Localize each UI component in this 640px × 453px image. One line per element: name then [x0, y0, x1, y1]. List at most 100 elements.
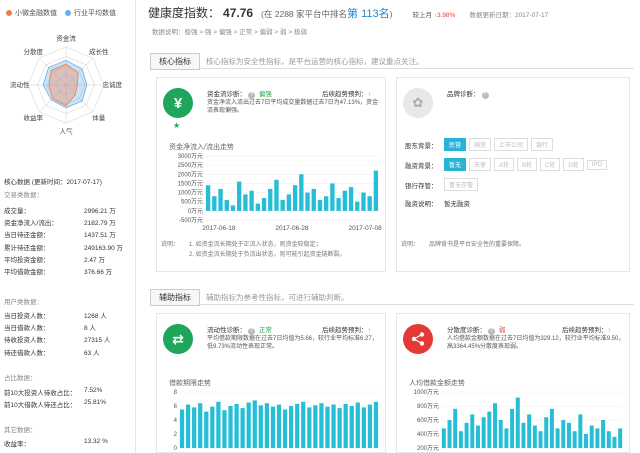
cashflow-chart: 3000万元 2500万元 2000万元 1500万元 1000万元 500万元 0万元 -5…	[178, 153, 382, 232]
stat-label: 收益率：	[4, 441, 30, 448]
y-tick-label: 2500万元	[178, 162, 203, 169]
y-tick-label: 4	[174, 418, 178, 424]
chart-bar	[280, 199, 285, 211]
legend-mine[interactable]: 小微金融数值	[6, 8, 57, 18]
chart-bar	[330, 183, 335, 211]
chart-bar	[349, 406, 354, 448]
legend-avg[interactable]: 行业平均数值	[65, 8, 116, 18]
stat-row: 待还借款人数： 63 人	[4, 347, 132, 359]
chart-bar	[205, 185, 211, 211]
help-icon[interactable]: ?	[488, 328, 495, 335]
chart-bar	[498, 420, 503, 448]
stat-row: 平均借款金额： 376.66 万	[4, 266, 132, 278]
tab-core-indicators[interactable]: 核心指标	[150, 52, 200, 70]
dispersion-card: 分散度诊断：? 弱 后续趋势预判：↑ 人均借款金额数据在过去7日均值为329.1…	[396, 313, 630, 453]
stat-value: 1268 人	[84, 313, 107, 320]
chart-bar	[274, 179, 279, 211]
y-tick-label: 0万元	[188, 208, 203, 215]
y-tick-label: 2000万元	[178, 171, 203, 178]
radar-axis-label: 体量	[92, 113, 106, 122]
help-icon[interactable]: ?	[248, 328, 255, 335]
chart-bar	[348, 187, 354, 211]
chart-bar	[249, 190, 254, 211]
y-tick-label: 500万元	[181, 199, 203, 206]
liquidity-trend: 后续趋势预判：↑	[322, 327, 371, 334]
page-title: 健康度指数：	[148, 6, 221, 20]
stat-row: 当日投资人数： 1268 人	[4, 310, 132, 322]
chart-bar	[532, 425, 537, 448]
stat-row: 当日借款人数： 8 人	[4, 322, 132, 334]
stat-label: 当日借款人数：	[4, 325, 50, 333]
core-strip: 核心指标 核心指标为安全性指标，是平台运营的核心指标，建议重点关注。	[150, 52, 634, 70]
cashflow-note1: 1. 如资金流长期处于正流入状态，则资金较稳定；	[189, 242, 322, 248]
chart-bar	[504, 428, 509, 448]
chart-bar	[601, 420, 606, 448]
chart-bar	[470, 414, 475, 448]
x-tick-label: 2017-07-08	[348, 225, 382, 232]
radar-chart: 资金流成长性忠诚度体量人气 收益率 流动性 分散度	[10, 34, 123, 136]
chart-bar	[561, 420, 566, 448]
award-icon: ✿	[403, 88, 433, 118]
radar-axis-label: 收益率	[23, 113, 43, 122]
chart-bar	[373, 401, 379, 448]
radar-legend: 小微金融数值 行业平均数值	[6, 8, 116, 18]
tab-aux-indicators[interactable]: 辅助指标	[150, 288, 200, 306]
ratio-data-title: 占比数据：	[4, 375, 37, 382]
stat-row: 收益率： 13.32 %	[4, 438, 132, 450]
radar-axis-label: 忠诚度	[103, 80, 123, 89]
core-data-title: 核心数据 (更新时间：2017-07-17)	[4, 179, 102, 186]
cashflow-diag: 资金流诊断：? 偏强	[207, 91, 272, 99]
cashflow-desc: 资金净流入流出过去7日平均成交量数据过去7日为47.13%，资金流表现偏强。	[207, 100, 379, 114]
chart-bar	[447, 420, 452, 448]
chart-bar	[299, 174, 304, 211]
y-tick-label: 6	[174, 404, 178, 410]
chart-bar	[367, 196, 372, 211]
chart-bar	[222, 410, 227, 448]
chart-bar	[493, 403, 498, 448]
brand-card: ✿ 品牌诊断：? 股东背景： 民营 国资 上市公司 银行 融资背景： 暂无 天使 A轮 B轮 C轮…	[396, 77, 630, 272]
chart-bar	[361, 407, 366, 448]
brand-tag: B轮	[517, 158, 538, 171]
brand-tag: 民营	[444, 138, 467, 151]
brand-tag: C轮	[540, 158, 561, 171]
chart-bar	[544, 417, 549, 448]
cashflow-chart-title: 资金净流入/流出走势	[169, 144, 234, 151]
chart-bar	[336, 198, 341, 211]
radar-axis-label: 分散度	[23, 47, 43, 56]
y-tick-label: 0	[174, 446, 178, 452]
aux-strip-desc: 辅助指标为参考性指标，可进行辅助判断。	[206, 292, 349, 302]
radar-axis-label: 流动性	[10, 80, 30, 89]
stat-row: 前10大投资人待收占比： 7.52%	[4, 387, 132, 399]
chart-bar	[289, 406, 294, 448]
liquidity-card: ⇄ 流动性诊断：? 正常 后续趋势预判：↑ 平均借款期限数据在过去7日均值为5.…	[156, 313, 386, 453]
dispersion-trend: 后续趋势预判：↑	[562, 327, 611, 334]
y-tick-label: 1000万元	[178, 190, 203, 197]
stat-label: 待还借款人数：	[4, 349, 50, 357]
chart-bar	[521, 422, 526, 448]
stat-value: 376.66 万	[84, 269, 113, 276]
stat-label: 资金净流入/流出：	[4, 220, 58, 228]
chart-bar	[313, 405, 318, 448]
chart-bar	[179, 409, 185, 448]
radar-axis-label: 资金流	[56, 34, 76, 43]
chart-bar	[230, 205, 236, 211]
brand-tag: 暂无	[444, 158, 467, 171]
share-icon	[403, 324, 433, 354]
help-icon[interactable]: ?	[481, 92, 489, 99]
chart-bar	[286, 194, 292, 211]
chart-bar	[566, 422, 571, 448]
legend-avg-label: 行业平均数值	[74, 10, 116, 17]
dispersion-chart: 1000万元 800万元 600万元 400万元 200万元	[414, 389, 623, 452]
core-strip-desc: 核心指标为安全性指标，是平台运营的核心指标，建议重点关注。	[206, 56, 424, 66]
chart-bar	[198, 403, 203, 448]
chart-bar	[255, 203, 260, 211]
help-icon[interactable]: ?	[248, 92, 255, 99]
chart-bar	[192, 407, 197, 448]
chart-bar	[538, 431, 543, 448]
brand-tag: 国资	[469, 138, 492, 151]
brand-tag: 银行	[531, 138, 554, 151]
chart-bar	[361, 192, 366, 211]
y-tick-label: 3000万元	[178, 153, 203, 160]
chart-bar	[282, 409, 288, 448]
chart-bar	[240, 408, 245, 448]
